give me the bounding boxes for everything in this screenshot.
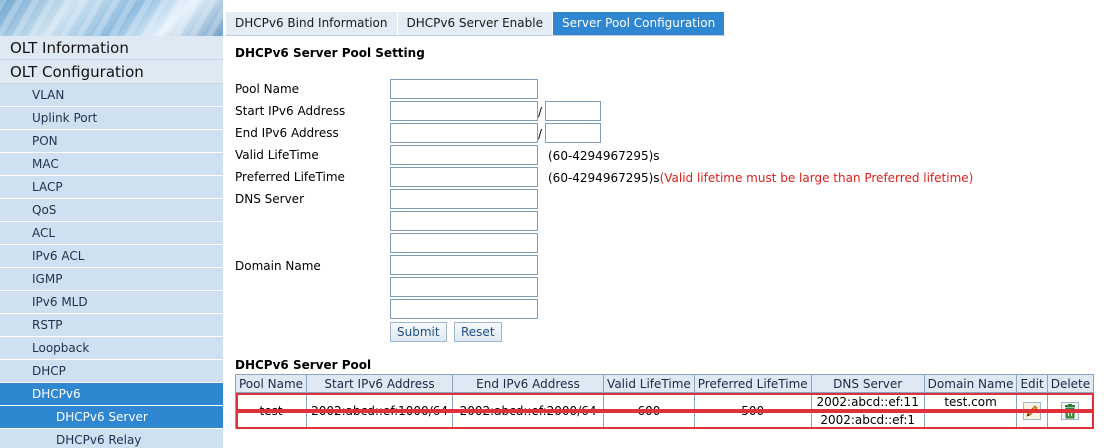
domain-name-input-3[interactable] bbox=[390, 299, 538, 319]
domain-name-input-2[interactable] bbox=[390, 277, 538, 297]
sidebar: OLT Information OLT Configuration VLAN U… bbox=[0, 0, 223, 448]
main-content: DHCPv6 Server Pool Setting Pool Name Sta… bbox=[234, 42, 1107, 448]
valid-lifetime-hint: (60-4294967295)s bbox=[548, 149, 660, 163]
sidebar-item-qos[interactable]: QoS bbox=[0, 199, 223, 222]
domain-name-label: Domain Name bbox=[235, 259, 321, 273]
preferred-lifetime-range: (60-4294967295)s bbox=[548, 171, 660, 185]
cell-valid-lifetime: 600 bbox=[603, 392, 695, 429]
tab-dhcpv6-server-enable[interactable]: DHCPv6 Server Enable bbox=[398, 12, 553, 35]
sidebar-item-vlan[interactable]: VLAN bbox=[0, 84, 223, 107]
pool-name-input[interactable] bbox=[390, 79, 538, 99]
start-ipv6-prefix-input[interactable] bbox=[545, 101, 601, 121]
end-ipv6-input[interactable] bbox=[390, 123, 538, 143]
logo-banner bbox=[0, 0, 223, 36]
sidebar-item-pon[interactable]: PON bbox=[0, 130, 223, 153]
sidebar-subitem-dhcpv6-relay[interactable]: DHCPv6 Relay bbox=[0, 429, 223, 448]
pool-name-label: Pool Name bbox=[235, 82, 300, 96]
cell-start-ipv6: 2002:abcd::ef:1000/64 bbox=[306, 392, 454, 429]
header-dns-server: DNS Server bbox=[810, 374, 925, 393]
sidebar-section-olt-information[interactable]: OLT Information bbox=[0, 36, 223, 60]
cell-edit bbox=[1016, 392, 1048, 429]
end-ipv6-prefix-input[interactable] bbox=[545, 123, 601, 143]
pool-table-title: DHCPv6 Server Pool bbox=[235, 358, 372, 372]
valid-lifetime-label: Valid LifeTime bbox=[235, 148, 319, 162]
cell-dns-server-1: 2002:abcd::ef:11 bbox=[810, 392, 925, 411]
cell-dns-server-2: 2002:abcd::ef:1 bbox=[810, 410, 925, 429]
sidebar-item-mac[interactable]: MAC bbox=[0, 153, 223, 176]
cell-domain-name-2 bbox=[923, 410, 1018, 429]
preferred-lifetime-hint: (60-4294967295)s(Valid lifetime must be … bbox=[548, 168, 973, 188]
sidebar-item-rstp[interactable]: RSTP bbox=[0, 314, 223, 337]
header-preferred-lifetime: Preferred LifeTime bbox=[693, 374, 812, 393]
dns-server-input-3[interactable] bbox=[390, 233, 538, 253]
sidebar-item-dhcpv6[interactable]: DHCPv6 bbox=[0, 383, 223, 406]
pool-table: Pool Name Start IPv6 Address End IPv6 Ad… bbox=[234, 374, 1095, 429]
start-prefix-slash: / bbox=[538, 105, 543, 119]
pencil-icon[interactable] bbox=[1023, 401, 1042, 420]
sidebar-item-lacp[interactable]: LACP bbox=[0, 176, 223, 199]
form-title: DHCPv6 Server Pool Setting bbox=[235, 46, 425, 60]
cell-delete bbox=[1046, 392, 1095, 429]
header-pool-name: Pool Name bbox=[234, 374, 308, 393]
table-row: test 2002:abcd::ef:1000/64 2002:abcd::ef… bbox=[234, 392, 1095, 429]
sidebar-item-acl[interactable]: ACL bbox=[0, 222, 223, 245]
header-end-ipv6: End IPv6 Address bbox=[452, 374, 605, 393]
end-prefix-slash: / bbox=[538, 127, 543, 141]
header-domain-name: Domain Name bbox=[923, 374, 1018, 393]
cell-end-ipv6: 2002:abcd::ef:2000/64 bbox=[452, 392, 605, 429]
domain-name-input-1[interactable] bbox=[390, 255, 538, 275]
header-start-ipv6: Start IPv6 Address bbox=[306, 374, 454, 393]
sidebar-item-dhcp[interactable]: DHCP bbox=[0, 360, 223, 383]
sidebar-section-olt-configuration[interactable]: OLT Configuration bbox=[0, 60, 223, 84]
preferred-lifetime-input[interactable] bbox=[390, 167, 538, 187]
header-edit: Edit bbox=[1016, 374, 1048, 393]
sidebar-item-igmp[interactable]: IGMP bbox=[0, 268, 223, 291]
sidebar-item-loopback[interactable]: Loopback bbox=[0, 337, 223, 360]
start-ipv6-input[interactable] bbox=[390, 101, 538, 121]
sidebar-item-ipv6-acl[interactable]: IPv6 ACL bbox=[0, 245, 223, 268]
cell-pool-name: test bbox=[234, 392, 308, 429]
dns-server-input-1[interactable] bbox=[390, 189, 538, 209]
start-ipv6-label: Start IPv6 Address bbox=[235, 104, 346, 118]
tab-bar: DHCPv6 Bind Information DHCPv6 Server En… bbox=[223, 0, 1107, 36]
valid-lifetime-input[interactable] bbox=[390, 145, 538, 165]
dns-server-input-2[interactable] bbox=[390, 211, 538, 231]
pool-table-header: Pool Name Start IPv6 Address End IPv6 Ad… bbox=[234, 374, 1095, 393]
submit-button[interactable]: Submit bbox=[390, 322, 447, 342]
dns-server-label: DNS Server bbox=[235, 192, 304, 206]
sidebar-subitem-dhcpv6-server[interactable]: DHCPv6 Server bbox=[0, 406, 223, 429]
tab-server-pool-configuration[interactable]: Server Pool Configuration bbox=[552, 12, 726, 35]
header-delete: Delete bbox=[1046, 374, 1095, 393]
sidebar-item-uplink-port[interactable]: Uplink Port bbox=[0, 107, 223, 130]
end-ipv6-label: End IPv6 Address bbox=[235, 126, 339, 140]
sidebar-item-ipv6-mld[interactable]: IPv6 MLD bbox=[0, 291, 223, 314]
lifetime-warning: (Valid lifetime must be large than Prefe… bbox=[659, 171, 974, 185]
reset-button[interactable]: Reset bbox=[454, 322, 502, 342]
tab-dhcpv6-bind-information[interactable]: DHCPv6 Bind Information bbox=[226, 12, 398, 35]
cell-domain-name: test.com bbox=[923, 392, 1018, 411]
cell-preferred-lifetime: 500 bbox=[693, 392, 812, 429]
trash-icon[interactable] bbox=[1061, 401, 1080, 420]
tab-strip: DHCPv6 Bind Information DHCPv6 Server En… bbox=[226, 12, 726, 36]
preferred-lifetime-label: Preferred LifeTime bbox=[235, 170, 345, 184]
header-valid-lifetime: Valid LifeTime bbox=[603, 374, 695, 393]
